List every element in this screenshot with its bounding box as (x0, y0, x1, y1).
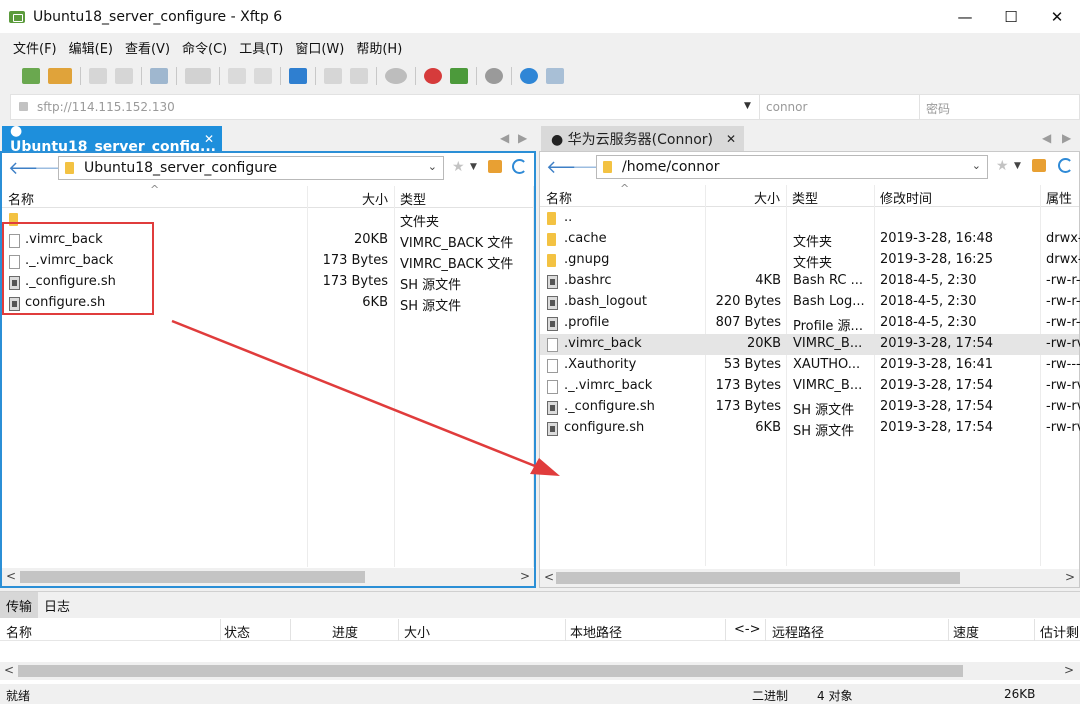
column-divider (220, 619, 221, 641)
scroll-thumb[interactable] (18, 665, 963, 677)
chevron-left-icon[interactable]: < (4, 663, 14, 677)
col-direction[interactable]: <-> (734, 622, 760, 637)
col-speed[interactable]: 速度 (953, 622, 979, 641)
status-text: 就绪 (6, 689, 31, 703)
status-bar: 就绪 二进制 4 对象 26KB (0, 684, 1080, 703)
col-size[interactable]: 大小 (404, 622, 430, 641)
col-progress[interactable]: 进度 (332, 622, 358, 641)
chevron-right-icon[interactable]: > (1064, 663, 1074, 677)
tab-transfer[interactable]: 传输 (0, 592, 39, 618)
column-divider (725, 619, 726, 641)
column-divider (765, 619, 766, 641)
column-divider (1034, 619, 1035, 641)
column-divider (565, 619, 566, 641)
object-count: 4 对象 (817, 689, 853, 703)
col-remote-path[interactable]: 远程路径 (772, 622, 824, 641)
column-divider (948, 619, 949, 641)
tab-log[interactable]: 日志 (38, 592, 76, 618)
column-divider (290, 619, 291, 641)
col-local-path[interactable]: 本地路径 (570, 622, 622, 641)
transfer-column-header: 名称 状态 进度 大小 本地路径 <-> 远程路径 速度 估计剩 (0, 619, 1080, 641)
transfer-mode: 二进制 (752, 689, 789, 703)
transfer-panel: 传输 日志 名称 状态 进度 大小 本地路径 <-> 远程路径 速度 估计剩 <… (0, 591, 1080, 684)
col-status[interactable]: 状态 (224, 622, 250, 641)
col-eta[interactable]: 估计剩 (1040, 622, 1079, 641)
column-divider (398, 619, 399, 641)
transfer-horizontal-scrollbar[interactable]: < > (0, 662, 1080, 680)
col-name[interactable]: 名称 (6, 622, 32, 641)
total-size: 26KB (1004, 687, 1036, 701)
transfer-tabs: 传输 日志 (0, 592, 1080, 618)
